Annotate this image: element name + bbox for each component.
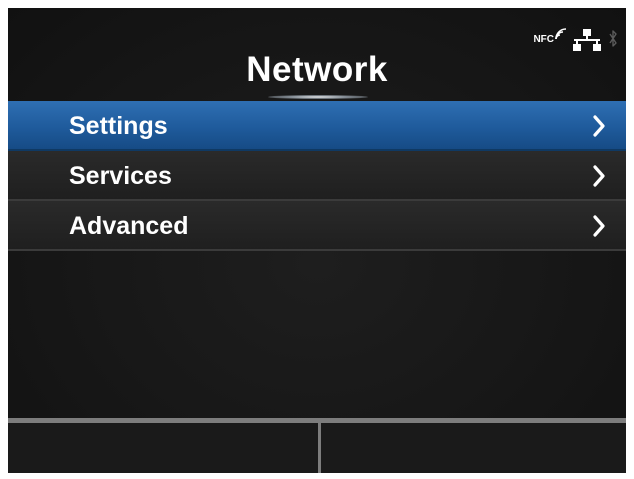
- chevron-right-icon: [593, 215, 605, 237]
- title-underline-glow: [268, 95, 368, 99]
- network-icon: [573, 29, 601, 51]
- menu-item-settings[interactable]: Settings: [8, 101, 626, 151]
- chevron-right-icon: [593, 115, 605, 137]
- softkey-bar: [8, 418, 626, 473]
- menu-item-label: Services: [69, 162, 172, 190]
- menu-list: Settings Services Advanced: [8, 101, 626, 251]
- nfc-label: NFC: [533, 34, 554, 45]
- menu-item-advanced[interactable]: Advanced: [8, 201, 626, 251]
- header: NFC Network: [8, 8, 626, 101]
- printer-display: NFC Network Settings Services Advanced: [8, 8, 626, 473]
- menu-item-services[interactable]: Services: [8, 151, 626, 201]
- nfc-waves-icon: [555, 28, 566, 40]
- device-frame: NFC Network Settings Services Advanced: [0, 0, 634, 479]
- nfc-icon: NFC: [533, 28, 566, 45]
- softkey-left[interactable]: [8, 423, 318, 473]
- page-title: Network: [246, 50, 388, 89]
- menu-item-label: Advanced: [69, 212, 189, 240]
- softkey-right[interactable]: [321, 423, 626, 473]
- bluetooth-icon: [609, 30, 617, 47]
- chevron-right-icon: [593, 165, 605, 187]
- menu-item-label: Settings: [69, 112, 168, 140]
